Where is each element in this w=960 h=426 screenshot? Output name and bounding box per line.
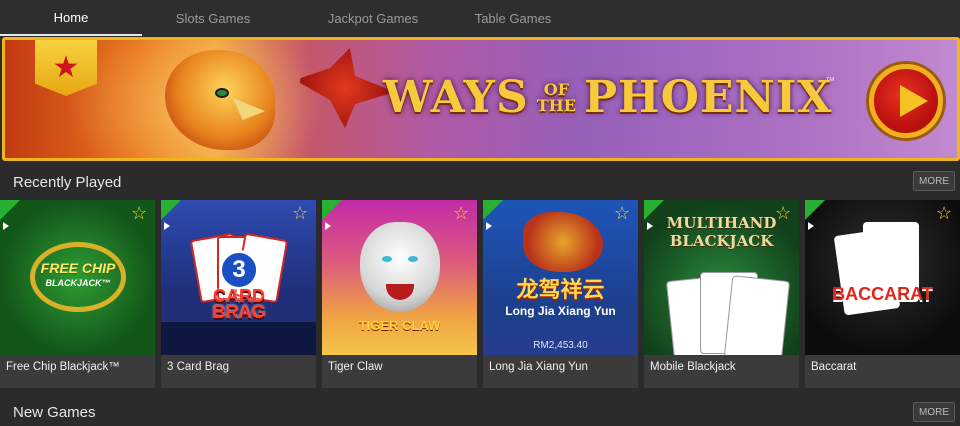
thumbnail-logo-text: CARD BRAG — [212, 286, 266, 322]
corner-play-icon — [644, 200, 664, 230]
favorite-star-icon[interactable]: ☆ — [775, 204, 791, 222]
thumbnail-logo-text: TIGER CLAW — [358, 318, 441, 333]
game-title: Long Jia Xiang Yun — [489, 361, 588, 373]
game-thumbnail[interactable]: 3 CARD BRAG — [161, 200, 316, 355]
tab-home[interactable]: Home — [0, 0, 142, 36]
play-icon — [647, 222, 653, 230]
tab-jackpot-games[interactable]: Jackpot Games — [284, 0, 462, 36]
banner-title-the: THE — [536, 95, 576, 115]
banner-logo: WAYS OF THE PHOENIX — [383, 72, 832, 123]
game-title: Tiger Claw — [328, 361, 383, 373]
game-thumbnail[interactable]: BACCARAT — [805, 200, 960, 355]
corner-play-icon — [161, 200, 181, 230]
new-games-title: New Games — [13, 404, 96, 421]
corner-play-icon — [805, 200, 825, 230]
thumbnail-logo-text: Long Jia Xiang Yun — [505, 304, 616, 318]
top-nav: Home Slots Games Jackpot Games Table Gam… — [0, 0, 960, 36]
corner-play-icon — [483, 200, 503, 230]
tab-slots-games[interactable]: Slots Games — [142, 0, 284, 36]
game-card-3-card-brag[interactable]: 3 CARD BRAG ☆ 3 Card Brag — [161, 200, 316, 388]
play-icon — [325, 222, 331, 230]
trademark: ™ — [825, 76, 835, 87]
thumbnail-logo-subtext: BLACKJACK™ — [45, 278, 111, 288]
game-thumbnail[interactable]: 龙驾祥云 Long Jia Xiang Yun RM2,453.40 — [483, 200, 638, 355]
thumbnail-logo-text: FREE CHIP — [40, 260, 116, 276]
favorite-star-icon[interactable]: ☆ — [131, 204, 147, 222]
game-thumbnail[interactable]: FREE CHIP BLACKJACK™ — [0, 200, 155, 355]
dragon-illustration — [523, 212, 603, 272]
banner-title-ways: WAYS — [383, 72, 529, 123]
playing-card — [723, 275, 791, 355]
corner-play-icon — [322, 200, 342, 230]
table-felt — [161, 322, 316, 355]
recently-played-more-button[interactable]: MORE — [913, 171, 955, 191]
game-thumbnail[interactable]: MULTIHAND BLACKJACK — [644, 200, 799, 355]
corner-play-icon — [0, 200, 20, 230]
banner-play-button[interactable] — [869, 64, 943, 138]
new-games-more-button[interactable]: MORE — [913, 402, 955, 422]
favorite-star-icon[interactable]: ☆ — [453, 204, 469, 222]
tab-table-games[interactable]: Table Games — [462, 0, 564, 36]
thumbnail-number: 3 — [219, 250, 259, 290]
recently-played-list: FREE CHIP BLACKJACK™ ☆ Free Chip Blackja… — [0, 200, 960, 388]
thumbnail-logo-text: BACCARAT — [832, 284, 933, 304]
tiger-eye — [382, 256, 392, 262]
thumbnail-chinese-title: 龙驾祥云 — [516, 277, 605, 302]
game-title: Mobile Blackjack — [650, 361, 736, 373]
game-card-tiger-claw[interactable]: TIGER CLAW ☆ Tiger Claw — [322, 200, 477, 388]
promo-banner[interactable]: ★ WAYS OF THE PHOENIX ™ — [2, 37, 960, 161]
chip-ring — [30, 242, 126, 312]
game-thumbnail[interactable]: TIGER CLAW — [322, 200, 477, 355]
game-title: 3 Card Brag — [167, 361, 230, 373]
game-title: Free Chip Blackjack™ — [6, 361, 120, 373]
game-title: Baccarat — [811, 361, 857, 373]
game-card-mobile-blackjack[interactable]: MULTIHAND BLACKJACK ☆ Mobile Blackjack — [644, 200, 799, 388]
play-icon — [164, 222, 170, 230]
phoenix-eye — [215, 88, 229, 98]
favorite-star-icon[interactable]: ☆ — [614, 204, 630, 222]
game-card-free-chip-blackjack[interactable]: FREE CHIP BLACKJACK™ ☆ Free Chip Blackja… — [0, 200, 155, 388]
play-icon — [486, 222, 492, 230]
banner-title-phoenix: PHOENIX — [583, 72, 833, 123]
banner-title-of-the: OF THE — [536, 81, 576, 115]
play-icon — [3, 222, 9, 230]
favorite-star-icon[interactable]: ☆ — [936, 204, 952, 222]
play-icon — [808, 222, 814, 230]
game-card-long-jia-xiang-yun[interactable]: 龙驾祥云 Long Jia Xiang Yun RM2,453.40 ☆ Lon… — [483, 200, 638, 388]
game-card-baccarat[interactable]: BACCARAT ☆ Baccarat — [805, 200, 960, 388]
jackpot-amount: RM2,453.40 — [483, 335, 638, 355]
tiger-eye — [408, 256, 418, 262]
favorite-star-icon[interactable]: ☆ — [292, 204, 308, 222]
recently-played-title: Recently Played — [13, 174, 122, 191]
